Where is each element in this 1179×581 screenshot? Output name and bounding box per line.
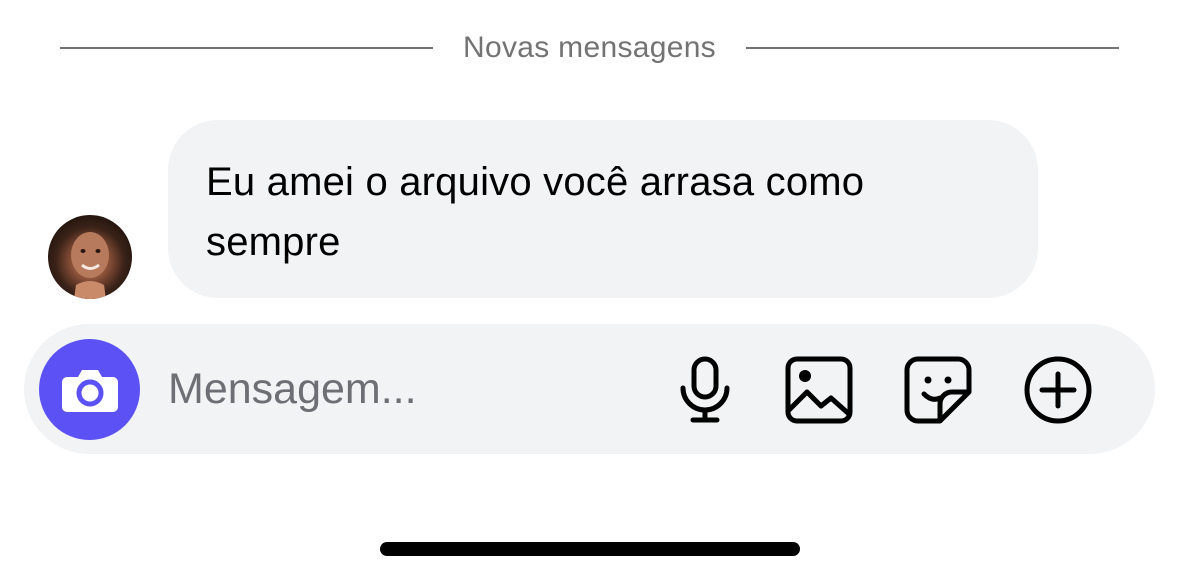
plus-circle-icon <box>1024 356 1092 424</box>
avatar-photo <box>71 232 109 299</box>
divider-line-left <box>60 47 434 49</box>
voice-message-button[interactable] <box>669 354 741 426</box>
gallery-icon <box>785 356 853 424</box>
gallery-button[interactable] <box>783 354 855 426</box>
camera-icon <box>61 369 118 412</box>
chat-screen: Novas mensagens Eu amei o arquivo você a… <box>0 0 1179 581</box>
message-composer <box>24 324 1155 454</box>
divider-line-right <box>745 47 1119 49</box>
new-messages-label: Novas mensagens <box>463 31 716 64</box>
sticker-icon <box>904 356 972 424</box>
sticker-button[interactable] <box>902 354 974 426</box>
message-input[interactable] <box>168 354 638 424</box>
camera-button[interactable] <box>39 339 140 440</box>
more-options-button[interactable] <box>1022 354 1094 426</box>
message-text: Eu amei o arquivo você arrasa como sempr… <box>206 160 865 264</box>
sender-avatar[interactable] <box>48 215 132 299</box>
new-messages-divider: Novas mensagens <box>60 28 1119 68</box>
microphone-icon <box>680 356 730 423</box>
home-indicator[interactable] <box>380 542 800 556</box>
message-bubble[interactable]: Eu amei o arquivo você arrasa como sempr… <box>168 120 1038 298</box>
